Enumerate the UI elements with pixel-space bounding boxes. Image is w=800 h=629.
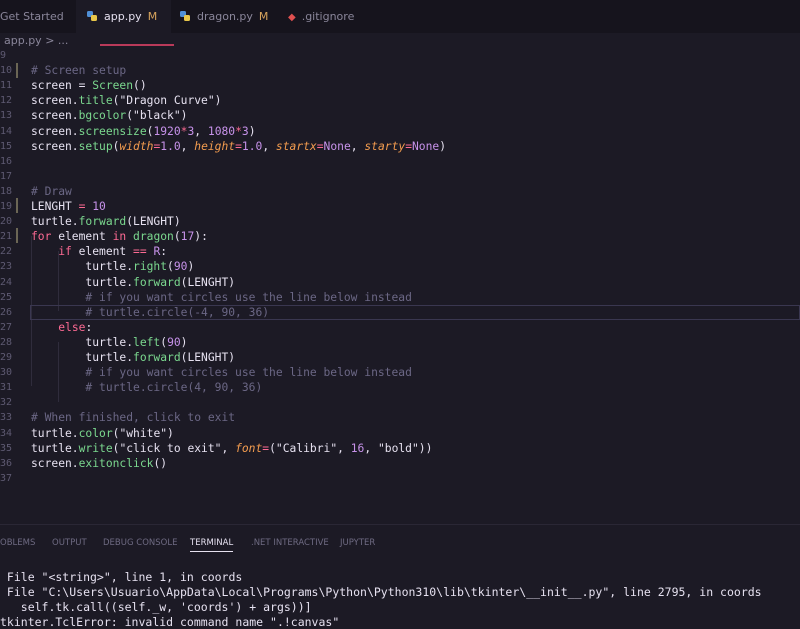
code-text: turtle.forward(LENGHT) bbox=[31, 275, 236, 289]
terminal-line: File "<string>", line 1, in coords bbox=[0, 570, 243, 584]
git-modified-marker bbox=[16, 228, 18, 243]
line-number: 31 bbox=[0, 382, 13, 394]
code-text: # Draw bbox=[31, 184, 72, 198]
tab-jupyter[interactable]: JUPYTER bbox=[340, 535, 375, 551]
code-text: turtle.right(90) bbox=[31, 260, 195, 274]
line-number: 32 bbox=[0, 397, 13, 409]
line-number: 24 bbox=[0, 276, 13, 288]
terminal-line: File "C:\Users\Usuario\AppData\Local\Pro… bbox=[0, 585, 762, 599]
code-text: turtle.forward(LENGHT) bbox=[31, 351, 236, 364]
code-text: turtle.color("white") bbox=[31, 426, 174, 440]
panel-tab-bar: OBLEMS OUTPUT DEBUG CONSOLE TERMINAL .NE… bbox=[0, 535, 800, 555]
python-icon bbox=[87, 11, 97, 21]
breadcrumb[interactable]: app.py > ... bbox=[4, 34, 68, 48]
line-number: 22 bbox=[0, 246, 13, 258]
code-text: screen.setup(width=1.0, height=1.0, star… bbox=[31, 139, 447, 153]
git-modified-marker bbox=[16, 198, 18, 213]
line-number: 27 bbox=[0, 321, 13, 333]
tab-label: .gitignore bbox=[301, 10, 355, 23]
tab-label: dragon.py bbox=[197, 10, 253, 23]
line-number: 36 bbox=[0, 457, 13, 469]
code-text: turtle.write("click to exit", font=("Cal… bbox=[31, 441, 433, 455]
code-text: # turtle.circle(4, 90, 36) bbox=[85, 381, 263, 395]
line-number: 10 bbox=[0, 65, 13, 77]
tab-debug-console[interactable]: DEBUG CONSOLE bbox=[103, 535, 177, 551]
tab-label: app.py bbox=[104, 10, 142, 23]
code-text: screen.exitonclick() bbox=[31, 456, 168, 470]
code-text: # if you want circles use the line below… bbox=[85, 366, 412, 380]
line-number: 23 bbox=[0, 261, 13, 273]
line-number: 11 bbox=[0, 80, 13, 92]
terminal-line: self.tk.call((self._w, 'coords') + args)… bbox=[0, 600, 312, 614]
python-icon bbox=[180, 11, 190, 21]
active-tab-indicator bbox=[100, 44, 174, 46]
line-number: 12 bbox=[0, 95, 13, 107]
tab-get-started[interactable]: Get Started bbox=[0, 0, 76, 33]
line-number: 26 bbox=[0, 306, 13, 318]
line-number: 14 bbox=[0, 125, 13, 137]
tab-output[interactable]: OUTPUT bbox=[52, 535, 87, 551]
code-text: # turtle.circle(-4, 90, 36) bbox=[85, 305, 270, 319]
code-editor[interactable]: 9 10 # Screen setup 11 screen = Screen() 12 sc… bbox=[0, 48, 800, 490]
code-text: screen.bgcolor("black") bbox=[31, 109, 188, 123]
git-modified-marker bbox=[16, 63, 18, 78]
code-text: LENGHT = 10 bbox=[31, 200, 106, 213]
line-number: 19 bbox=[0, 201, 13, 212]
tab-label: Get Started bbox=[0, 10, 64, 23]
tab-dotnet-interactive[interactable]: .NET INTERACTIVE bbox=[251, 535, 329, 551]
line-number: 13 bbox=[0, 110, 13, 122]
code-text: else: bbox=[58, 320, 93, 334]
git-icon: ◆ bbox=[288, 12, 296, 23]
line-number: 21 bbox=[0, 231, 13, 243]
editor-tab-bar: Get Started app.py M dragon.py M ◆ .gitigno… bbox=[0, 0, 800, 33]
line-number: 18 bbox=[0, 185, 13, 197]
line-number: 9 bbox=[0, 50, 7, 61]
code-text: screen = Screen() bbox=[31, 79, 147, 93]
line-number: 17 bbox=[0, 170, 13, 182]
code-text: turtle.forward(LENGHT) bbox=[31, 215, 181, 229]
code-text: screen.title("Dragon Curve") bbox=[31, 94, 222, 108]
code-text: if element == R: bbox=[58, 245, 168, 259]
code-text: # When finished, click to exit bbox=[31, 411, 236, 425]
line-number: 33 bbox=[0, 412, 13, 424]
panel-divider bbox=[0, 524, 800, 525]
line-number: 37 bbox=[0, 472, 13, 484]
code-text: turtle.left(90) bbox=[31, 335, 188, 349]
code-text: # if you want circles use the line below… bbox=[85, 290, 412, 304]
tab-problems[interactable]: OBLEMS bbox=[0, 535, 35, 551]
tab-terminal[interactable]: TERMINAL bbox=[190, 535, 234, 552]
tab-app-py[interactable]: app.py M bbox=[76, 0, 171, 33]
modified-badge: M bbox=[147, 10, 158, 23]
modified-badge: M bbox=[258, 10, 269, 23]
code-text: screen.screensize(1920*3, 1080*3) bbox=[31, 124, 256, 138]
line-number: 28 bbox=[0, 336, 13, 348]
code-text: # Screen setup bbox=[31, 64, 127, 78]
line-number: 15 bbox=[0, 140, 13, 152]
line-number: 20 bbox=[0, 216, 13, 228]
line-number: 35 bbox=[0, 442, 13, 454]
tab-gitignore[interactable]: ◆ .gitignore bbox=[274, 0, 370, 33]
line-number: 29 bbox=[0, 352, 13, 363]
line-number: 30 bbox=[0, 367, 13, 379]
line-number: 25 bbox=[0, 291, 13, 303]
code-text: for element in dragon(17): bbox=[31, 230, 208, 244]
line-number: 16 bbox=[0, 155, 13, 167]
line-number: 34 bbox=[0, 427, 13, 439]
tab-dragon-py[interactable]: dragon.py M bbox=[171, 0, 274, 33]
